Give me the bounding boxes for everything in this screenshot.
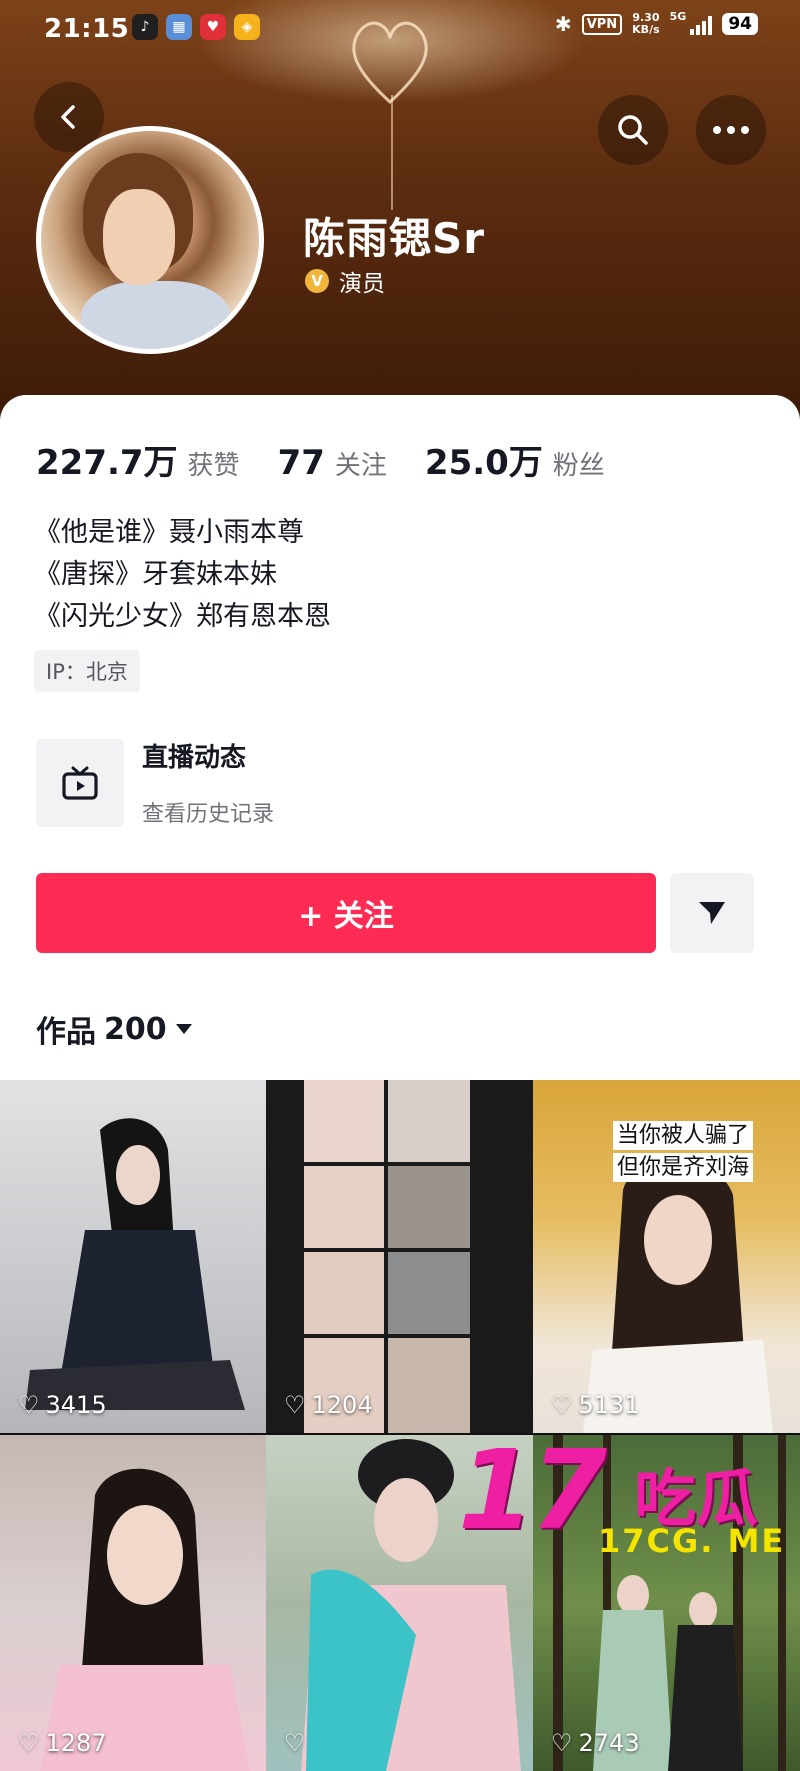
caret-down-icon (175, 1024, 192, 1034)
signal-label: 5G (669, 9, 687, 23)
photo-app-icon: ▦ (166, 14, 192, 40)
battery-level: 94 (722, 13, 758, 35)
network-speed: 9.30 KB/s (632, 11, 660, 36)
bio: 《他是谁》聂小雨本尊 《唐探》牙套妹本妹 《闪光少女》郑有恩本恩 (34, 512, 331, 638)
thumbnail-collage (304, 1080, 470, 1433)
status-bar: 21:15 ♪ ▦ ♥ ◈ ✱ VPN 9.30 KB/s 5G 94 (0, 0, 800, 56)
watermark-logo: 17 吃瓜 17CG. ME (458, 1435, 800, 1560)
works-tab[interactable]: 作品 200 (36, 1007, 193, 1051)
thumbnail-figure (40, 1468, 250, 1771)
stat-following[interactable]: 77 关注 (278, 443, 387, 483)
video-grid: ♡ 3415 ♡ 1204 当你被人骗了 但你是齐刘海 ♡ 5131 ♡ 1287 (0, 1080, 800, 1771)
heart-outline-icon: ♡ (284, 1729, 306, 1757)
bio-line: 《唐探》牙套妹本妹 (34, 559, 277, 590)
chevron-left-icon (61, 105, 75, 129)
share-button[interactable] (670, 873, 754, 953)
decoration-line (391, 95, 393, 210)
video-thumbnail[interactable]: ♡ 1287 (0, 1435, 266, 1771)
video-thumbnail[interactable]: 当你被人骗了 但你是齐刘海 ♡ 5131 (533, 1080, 800, 1433)
live-subtitle: 查看历史记录 (142, 802, 275, 827)
search-icon (618, 115, 648, 145)
live-title: 直播动态 (142, 743, 247, 773)
live-history-entry[interactable]: 直播动态 查看历史记录 (36, 737, 274, 828)
follow-button[interactable]: + 关注 (36, 873, 656, 953)
notification-icons: ♪ ▦ ♥ ◈ (132, 14, 260, 40)
heart-outline-icon: ♡ (551, 1391, 573, 1419)
verified-label: 演员 (339, 271, 385, 297)
vpn-badge: VPN (581, 13, 623, 35)
like-count: ♡ 2743 (551, 1729, 640, 1757)
more-horizontal-icon (713, 126, 749, 134)
like-count: ♡ (284, 1729, 312, 1757)
signal-bars-icon (690, 13, 713, 35)
works-label: 作品 (36, 1015, 96, 1050)
stat-followers[interactable]: 25.0万 粉丝 (425, 435, 605, 484)
profile-header: 21:15 ♪ ▦ ♥ ◈ ✱ VPN 9.30 KB/s 5G 94 陈雨锶S… (0, 0, 800, 420)
video-thumbnail[interactable]: ♡ 3415 (0, 1080, 266, 1433)
like-count: ♡ 1287 (18, 1729, 107, 1757)
like-count: ♡ 1204 (284, 1391, 373, 1419)
send-arrow-icon (699, 902, 725, 924)
more-button[interactable] (696, 95, 766, 165)
like-count: ♡ 3415 (18, 1391, 107, 1419)
heart-outline-icon: ♡ (18, 1391, 40, 1419)
bluetooth-icon: ✱ (554, 12, 572, 36)
stats-row: 227.7万 获赞 77 关注 25.0万 粉丝 (36, 435, 643, 484)
status-time: 21:15 (44, 14, 130, 44)
verification: V 演员 (305, 264, 385, 298)
shop-app-icon: ◈ (234, 14, 260, 40)
thumbnail-figure (25, 1118, 245, 1410)
music-app-icon: ♪ (132, 14, 158, 40)
verified-badge-icon: V (305, 269, 329, 293)
heart-outline-icon: ♡ (284, 1391, 306, 1419)
works-count: 200 (104, 1011, 167, 1047)
bio-line: 《闪光少女》郑有恩本恩 (34, 601, 331, 632)
video-thumbnail[interactable]: ♡ 1204 (266, 1080, 533, 1433)
bio-line: 《他是谁》聂小雨本尊 (34, 517, 304, 548)
heart-outline-icon: ♡ (551, 1729, 573, 1757)
heart-app-icon: ♥ (200, 14, 226, 40)
video-caption: 当你被人骗了 但你是齐刘海 (593, 1120, 773, 1184)
avatar[interactable] (36, 126, 264, 354)
stat-likes[interactable]: 227.7万 获赞 (36, 435, 240, 484)
search-button[interactable] (598, 95, 668, 165)
status-indicators: ✱ VPN 9.30 KB/s 5G 94 (554, 9, 758, 36)
heart-outline-icon: ♡ (18, 1729, 40, 1757)
profile-name: 陈雨锶Sr (303, 214, 485, 263)
like-count: ♡ 5131 (551, 1391, 640, 1419)
live-tv-icon (36, 738, 124, 827)
watermark-url: 17CG. ME (598, 1522, 786, 1560)
ip-location-tag: IP：北京 (34, 650, 140, 692)
